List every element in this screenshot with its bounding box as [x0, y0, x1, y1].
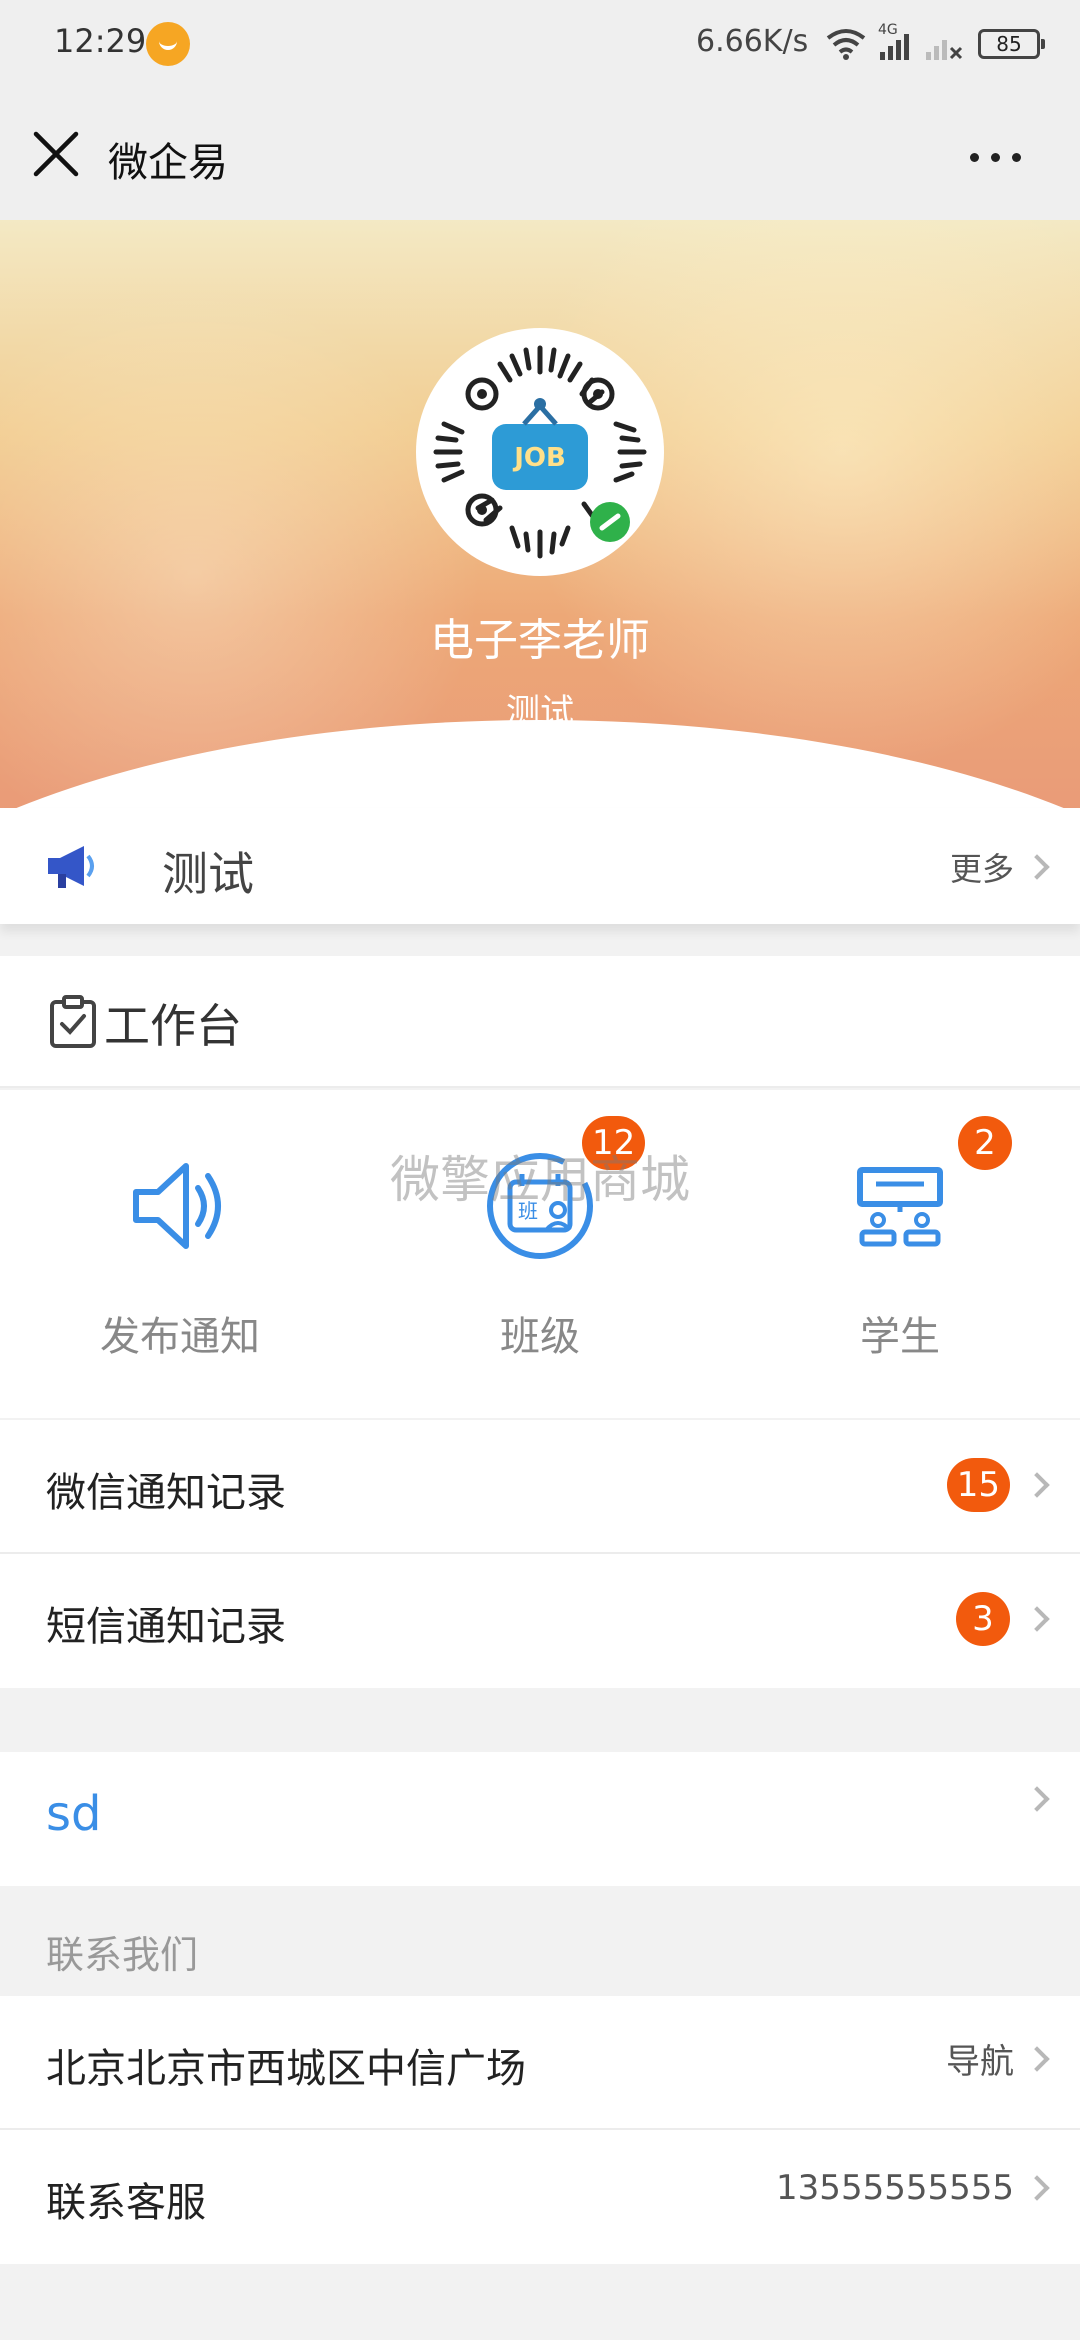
- customer-service-row[interactable]: 联系客服 13555555555: [0, 2130, 1080, 2264]
- signal-no-service-icon: [926, 40, 963, 60]
- megaphone-icon: [48, 846, 94, 888]
- wechat-record-label: 微信通知记录: [46, 1470, 286, 1516]
- page-title: 微企易: [108, 140, 228, 186]
- notice-text: 测试: [162, 847, 254, 901]
- wechat-record-badge: 15: [946, 1458, 1010, 1512]
- qr-code-icon: JOB: [433, 345, 647, 559]
- sms-record-badge: 3: [956, 1592, 1010, 1646]
- more-menu-icon[interactable]: [964, 142, 1044, 172]
- records-list: 微信通知记录 15 短信通知记录 3: [0, 1420, 1080, 1688]
- wifi-icon: [826, 29, 866, 60]
- chevron-right-icon: [1024, 1786, 1050, 1812]
- teacher-subtitle: 测试: [506, 692, 574, 732]
- chevron-right-icon: [1024, 2045, 1050, 2072]
- network-type-label: 4G: [878, 22, 898, 38]
- phone-number: 13555555555: [776, 2168, 1014, 2208]
- customer-service-label: 联系客服: [46, 2180, 206, 2226]
- status-time: 12:29: [54, 22, 147, 60]
- chevron-right-icon: [1024, 854, 1050, 880]
- chevron-right-icon: [1024, 1606, 1050, 1632]
- notice-more-label: 更多: [949, 850, 1014, 888]
- navigation-label: 导航: [946, 2042, 1014, 2082]
- address-row[interactable]: 北京北京市西城区中信广场 导航: [0, 1996, 1080, 2130]
- watermark-text: 微擎应用商城: [390, 1151, 690, 1209]
- svg-text:JOB: JOB: [512, 443, 566, 473]
- status-bar: 12:29 6.66K/s 4G 85: [0, 0, 1080, 90]
- chevron-right-icon: [1024, 2175, 1050, 2201]
- sms-record-label: 短信通知记录: [46, 1604, 286, 1650]
- teacher-name: 电子李老师: [430, 615, 650, 666]
- publish-notice-label: 发布通知: [100, 1314, 260, 1360]
- close-icon[interactable]: [30, 128, 82, 180]
- status-icons: 4G 85: [826, 22, 1045, 64]
- clipboard-check-icon: [50, 995, 96, 1048]
- chevron-right-icon: [1024, 1472, 1050, 1498]
- address-text: 北京北京市西城区中信广场: [46, 2046, 526, 2092]
- workbench-title: 工作台: [104, 999, 242, 1053]
- signal-4g-icon: 4G: [876, 22, 916, 62]
- sd-link-label: sd: [46, 1786, 102, 1842]
- wechat-record-row[interactable]: 微信通知记录 15: [0, 1420, 1080, 1554]
- contact-list: 北京北京市西城区中信广场 导航 联系客服 13555555555: [0, 1996, 1080, 2264]
- sd-link-row[interactable]: sd: [0, 1752, 1080, 1886]
- sms-record-row[interactable]: 短信通知记录 3: [0, 1554, 1080, 1688]
- link-list: sd: [0, 1752, 1080, 1886]
- notice-bar[interactable]: 测试 更多: [0, 808, 1080, 924]
- title-bar: 微企易: [0, 90, 1080, 220]
- contact-section-title: 联系我们: [46, 1933, 199, 1977]
- profile-hero: JOB 电子李老师 测试: [0, 220, 1080, 830]
- mini-program-code[interactable]: JOB: [416, 328, 664, 576]
- network-speed: 6.66K/s: [696, 24, 809, 59]
- class-label: 班级: [500, 1314, 580, 1360]
- student-label: 学生: [860, 1314, 940, 1360]
- battery-icon: 85: [978, 29, 1045, 59]
- notice-more-link[interactable]: 更多: [949, 844, 1050, 890]
- workbench-header: 工作台: [0, 956, 1080, 1088]
- chat-bubble-icon: [146, 22, 190, 66]
